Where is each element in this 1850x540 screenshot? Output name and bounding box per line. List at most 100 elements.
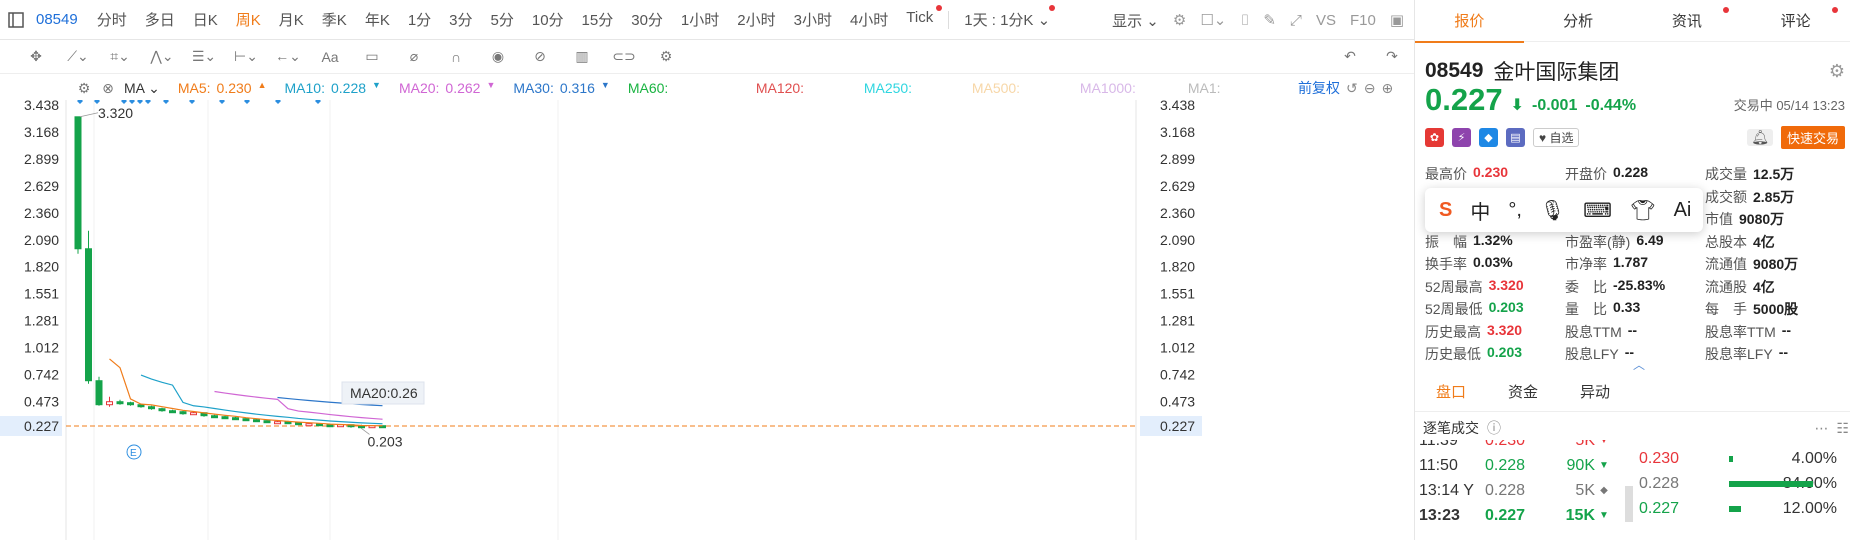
restore-right-selector[interactable]: 前复权	[1298, 78, 1340, 98]
quick-trade-button[interactable]: 快速交易	[1780, 126, 1845, 149]
layout-dropdown[interactable]: ☐⌄	[1200, 11, 1226, 29]
legend-settings-icon[interactable]: ⚙	[72, 76, 96, 100]
wave-tool-icon[interactable]: ⋀⌄	[150, 45, 174, 69]
ime-punct-icon[interactable]: °,	[1508, 199, 1522, 222]
ma-item[interactable]: MA500:	[972, 80, 1062, 96]
redo-icon[interactable]: ↷	[1380, 45, 1404, 69]
period-tab[interactable]: 1小时	[672, 9, 728, 30]
ticks-title: 逐笔成交	[1423, 420, 1479, 436]
ma-item[interactable]: MA5: 0.230 ▲	[178, 80, 267, 96]
ma-item[interactable]: MA10: 0.228 ▼	[285, 80, 381, 96]
ma-item[interactable]: MA120:	[756, 80, 846, 96]
period-tab[interactable]: 15分	[573, 9, 623, 30]
ma-item[interactable]: MA250:	[864, 80, 954, 96]
text-tool-icon[interactable]: Aa	[318, 45, 342, 69]
undo-icon[interactable]: ↶	[1338, 45, 1362, 69]
display-dropdown[interactable]: 显示 ⌄	[1112, 10, 1159, 31]
period-tab[interactable]: 日K	[184, 9, 227, 30]
ma-value: 0.230	[216, 80, 252, 96]
collapse-chevron-icon[interactable]: ︿	[1633, 356, 1645, 373]
period-tab[interactable]: 多日	[136, 9, 184, 30]
watchlist-button[interactable]: ♥ 自选	[1533, 128, 1580, 147]
ime-keyboard-icon[interactable]: ⌨	[1583, 198, 1612, 223]
sidebar-toggle-icon[interactable]	[4, 8, 28, 32]
candle-body	[274, 421, 281, 425]
subtab-2[interactable]: 异动	[1559, 376, 1631, 411]
ma-value: 0.316	[559, 80, 595, 96]
tab-0[interactable]: 报价	[1415, 10, 1524, 43]
magnet-icon[interactable]: ∩	[444, 45, 468, 69]
ratio-selector[interactable]: 1天 : 1分K ⌄	[955, 5, 1059, 30]
period-tab[interactable]: 年K	[356, 9, 399, 30]
y-tick-label-left: 1.820	[24, 259, 59, 275]
fullscreen-icon[interactable]: ⤢	[1290, 12, 1302, 29]
info-icon[interactable]: ⓘ	[1487, 418, 1501, 438]
subtab-0[interactable]: 盘口	[1415, 376, 1487, 411]
ticks-list[interactable]: 11:39 0.230 5K ▼ 11:50 0.228 90K ▼ 13:14 Y 0.228 5…	[1415, 440, 1615, 540]
zoom-out-icon[interactable]: ⊖	[1364, 80, 1376, 97]
period-tab[interactable]: 分时	[88, 9, 136, 30]
line-tool-icon[interactable]: ⟋⌄	[66, 45, 90, 69]
period-tab[interactable]: 4小时	[841, 9, 897, 30]
measure-tool-icon[interactable]: ⊢⌄	[234, 45, 258, 69]
zoom-in-icon[interactable]: ⊕	[1381, 80, 1393, 97]
reset-zoom-icon[interactable]: ↺	[1346, 80, 1358, 97]
fund-label: 总股本	[1705, 233, 1747, 250]
period-tab[interactable]: 3分	[440, 9, 481, 30]
more-icon[interactable]: ⋯	[1814, 420, 1828, 437]
ime-skin-icon[interactable]: 👕︎	[1630, 198, 1655, 223]
arrow-tool-icon[interactable]: ←⌄	[275, 45, 301, 69]
draw-pen-icon[interactable]: ✎	[1263, 11, 1276, 29]
link-icon[interactable]: ⊂⊃	[612, 45, 636, 69]
tab-3[interactable]: 评论	[1741, 7, 1850, 31]
settings-icon[interactable]: ⚙	[1173, 11, 1186, 29]
ime-chinese-icon[interactable]: 中	[1470, 196, 1490, 225]
tab-1[interactable]: 分析	[1524, 10, 1633, 31]
fund-cell: 换手率 0.03%	[1425, 254, 1565, 277]
period-tab[interactable]: 30分	[622, 9, 672, 30]
period-tab[interactable]: 5分	[482, 9, 523, 30]
ma-legend: ⚙ ⊗ MA ⌄ MA5: 0.230 ▲ MA10: 0.228 ▼ MA20: 0.262…	[0, 76, 1340, 100]
period-tab[interactable]: 1分	[399, 9, 440, 30]
period-tab[interactable]: 10分	[523, 9, 573, 30]
list-view-icon[interactable]: ☷	[1836, 420, 1849, 437]
ma-item[interactable]: MA1000:	[1080, 80, 1170, 96]
candle-body	[95, 380, 103, 406]
toolbar-settings-icon[interactable]: ⚙	[654, 45, 678, 69]
period-tab[interactable]: Tick	[897, 5, 943, 30]
ma-item[interactable]: MA20: 0.262 ▼	[399, 80, 495, 96]
bell-icon[interactable]: 🔔︎	[1747, 129, 1773, 146]
panel-settings-icon[interactable]: ⚙	[1829, 61, 1845, 82]
indicator-selector[interactable]: MA ⌄	[124, 80, 160, 97]
eraser-icon[interactable]: ⌀	[402, 45, 426, 69]
subtab-1[interactable]: 资金	[1487, 376, 1559, 411]
hide-icon[interactable]: ⊘	[528, 45, 552, 69]
kline-chart[interactable]: 3.438 3.438 3.168 3.168 2.899 2.899 2.629 2.629…	[0, 100, 1340, 540]
period-tab[interactable]: 3小时	[785, 9, 841, 30]
ime-mic-icon[interactable]: 🎙︎	[1540, 198, 1565, 223]
ma-item[interactable]: MA1:	[1188, 80, 1278, 96]
f10-button[interactable]: F10	[1350, 12, 1376, 29]
panel-toggle-icon[interactable]: ▣	[1390, 11, 1404, 29]
period-tab[interactable]: 周K	[227, 9, 270, 30]
fund-label: 52周最低	[1425, 301, 1483, 317]
tick-scrollbar[interactable]	[1625, 486, 1633, 522]
camera-icon[interactable]: ⌷	[1240, 12, 1249, 29]
trash-icon[interactable]: ▥	[570, 45, 594, 69]
fib-tool-icon[interactable]: ☰⌄	[192, 45, 216, 69]
ma-item[interactable]: MA60:	[628, 80, 738, 96]
visibility-icon[interactable]: ◉	[486, 45, 510, 69]
period-tab[interactable]: 季K	[313, 9, 356, 30]
dist-pct: 4.00%	[1791, 449, 1837, 467]
period-tab[interactable]: 2小时	[728, 9, 784, 30]
compare-button[interactable]: VS	[1316, 12, 1336, 29]
comment-tool-icon[interactable]: ▭	[360, 45, 384, 69]
legend-close-icon[interactable]: ⊗	[96, 76, 120, 100]
ime-toolbar[interactable]: S 中 °, 🎙︎ ⌨ 👕︎ Ai	[1425, 188, 1703, 232]
channel-tool-icon[interactable]: ⌗⌄	[108, 45, 132, 69]
tab-2[interactable]: 资讯	[1633, 7, 1742, 31]
period-tab[interactable]: 月K	[270, 9, 313, 30]
ime-ai-icon[interactable]: Ai	[1674, 199, 1692, 222]
ma-item[interactable]: MA30: 0.316 ▼	[513, 80, 609, 96]
crosshair-move-icon[interactable]: ✥	[24, 45, 48, 69]
